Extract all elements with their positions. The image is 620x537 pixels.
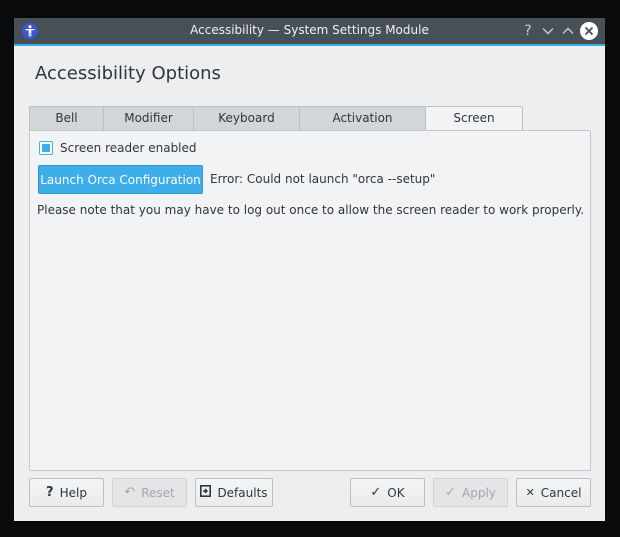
defaults-icon bbox=[200, 484, 212, 501]
close-button[interactable] bbox=[580, 22, 598, 40]
checkbox-label: Screen reader enabled bbox=[60, 141, 197, 155]
tab-bell[interactable]: Bell bbox=[29, 106, 103, 131]
ok-button-label: OK bbox=[387, 485, 405, 500]
tab-keyboard-filters[interactable]: Keyboard Filters bbox=[193, 106, 299, 148]
chevron-up-icon bbox=[562, 27, 574, 34]
checkmark-icon: ✓ bbox=[445, 485, 456, 500]
screen-reader-enabled-checkbox[interactable]: Screen reader enabled bbox=[39, 141, 197, 155]
help-icon: ? bbox=[46, 485, 54, 500]
page-title: Accessibility Options bbox=[35, 63, 221, 84]
window-title: Accessibility — System Settings Module bbox=[190, 23, 429, 37]
apply-button[interactable]: ✓ Apply bbox=[433, 478, 508, 507]
ok-button[interactable]: ✓ OK bbox=[350, 478, 425, 507]
note-text: Please note that you may have to log out… bbox=[37, 203, 585, 217]
tab-activation-gestures[interactable]: Activation Gestures bbox=[299, 106, 425, 148]
apply-button-label: Apply bbox=[462, 485, 496, 500]
checkbox-checked-indicator bbox=[42, 144, 50, 152]
error-message: Error: Could not launch "orca --setup" bbox=[210, 172, 436, 186]
settings-window: Accessibility — System Settings Module ?… bbox=[14, 18, 605, 521]
help-icon[interactable]: ? bbox=[519, 22, 537, 40]
tab-modifier-keys[interactable]: Modifier Keys bbox=[103, 106, 193, 148]
minimize-button[interactable] bbox=[539, 22, 557, 40]
close-icon: ✕ bbox=[525, 486, 535, 499]
checkbox-box[interactable] bbox=[39, 141, 53, 155]
reset-button[interactable]: ↶ Reset bbox=[112, 478, 187, 507]
tab-bar: Bell Modifier Keys Keyboard Filters Acti… bbox=[29, 106, 523, 148]
undo-icon: ↶ bbox=[124, 485, 136, 500]
help-button-label: Help bbox=[59, 485, 87, 500]
tab-screen-reader[interactable]: Screen Reader bbox=[425, 106, 523, 148]
defaults-button[interactable]: Defaults bbox=[195, 478, 273, 507]
close-icon bbox=[584, 26, 594, 36]
checkmark-icon: ✓ bbox=[370, 485, 382, 500]
launch-orca-configuration-button[interactable]: Launch Orca Configuration bbox=[38, 165, 203, 194]
title-bar[interactable]: Accessibility — System Settings Module ? bbox=[14, 18, 605, 46]
reset-button-label: Reset bbox=[141, 485, 175, 500]
screen-reader-panel: Screen reader enabled Launch Orca Config… bbox=[29, 130, 591, 471]
cancel-button-label: Cancel bbox=[540, 485, 582, 500]
help-button[interactable]: ? Help bbox=[29, 478, 104, 507]
chevron-down-icon bbox=[542, 28, 554, 35]
defaults-button-label: Defaults bbox=[217, 485, 268, 500]
maximize-button[interactable] bbox=[559, 22, 577, 40]
cancel-button[interactable]: ✕ Cancel bbox=[516, 478, 591, 507]
